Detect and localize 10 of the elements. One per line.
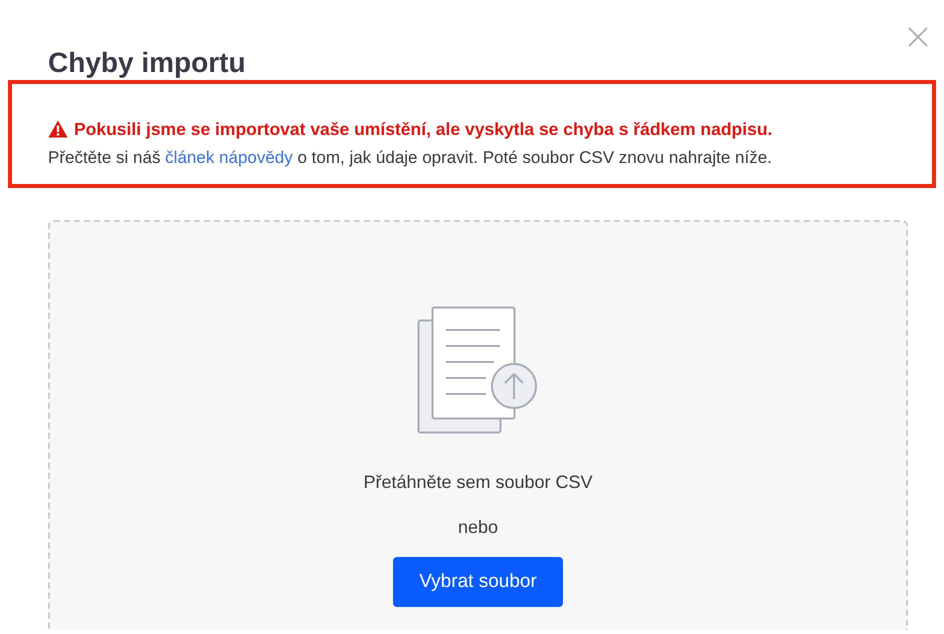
choose-file-button[interactable]: Vybrat soubor (393, 557, 563, 607)
close-icon[interactable] (908, 27, 928, 47)
help-article-link[interactable]: článek nápovědy (165, 148, 293, 167)
document-upload-icon (416, 305, 540, 435)
drop-prompt: Přetáhněte sem soubor CSV (363, 471, 593, 494)
or-label: nebo (458, 516, 498, 539)
dialog-title: Chyby importu (48, 46, 246, 80)
warning-icon (48, 120, 68, 138)
help-text: Přečtěte si náš článek nápovědy o tom, jak údaje opravit. Poté soubor CSV znovu nahrajte níže. (48, 147, 773, 169)
error-message: Pokusili jsme se importovat vaše umístění, ale vyskytla se chyba s řádkem nadpisu. (74, 118, 772, 140)
